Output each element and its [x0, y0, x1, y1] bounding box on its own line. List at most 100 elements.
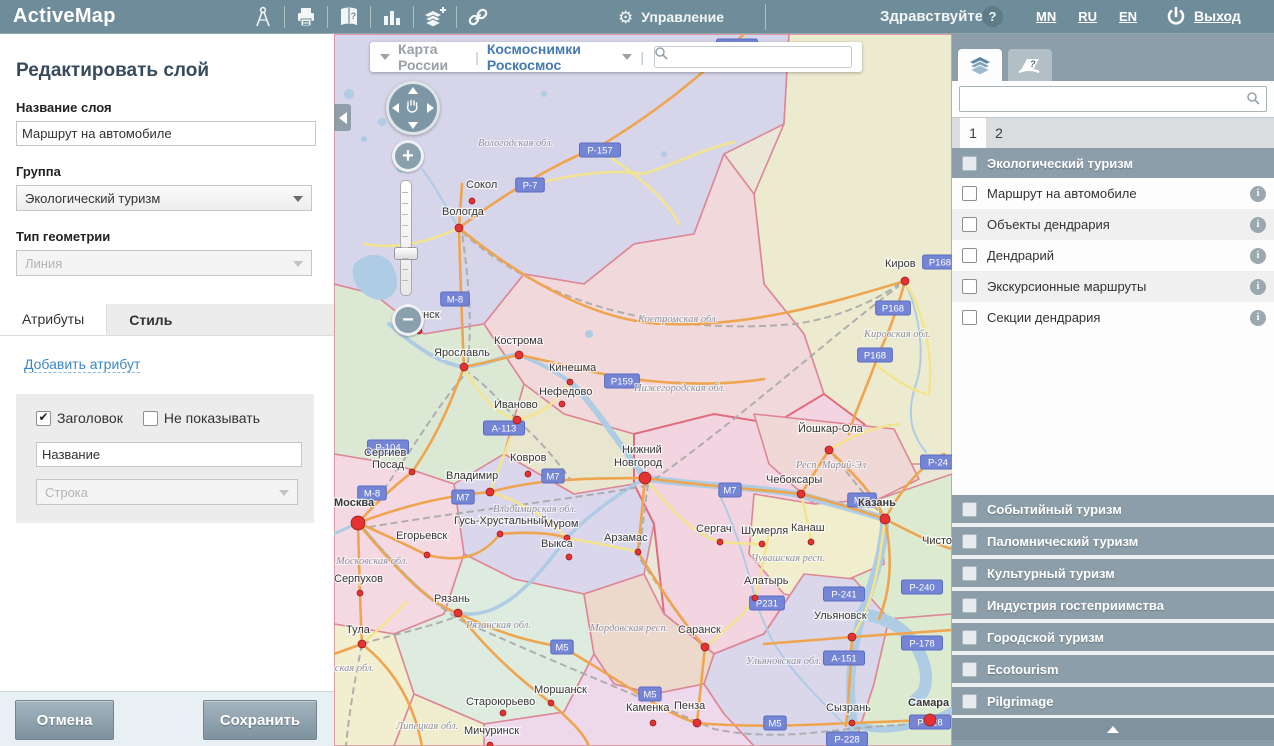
- group-checkbox[interactable]: [962, 694, 977, 709]
- layers-search-input[interactable]: [959, 86, 1267, 112]
- tab-style[interactable]: Стиль: [107, 304, 194, 335]
- layer-row[interactable]: Дендрарийi: [952, 240, 1274, 271]
- tab-attributes[interactable]: Атрибуты: [0, 304, 107, 335]
- base-layer-select[interactable]: Карта России: [398, 41, 467, 73]
- layers-panel: ? 1 2 Экологический туризм Маршрут на ав…: [952, 34, 1274, 746]
- lang-link-en[interactable]: EN: [1119, 9, 1137, 24]
- print-icon[interactable]: [291, 4, 321, 30]
- management-menu[interactable]: ⚙ Управление: [604, 0, 738, 34]
- measure-icon[interactable]: [248, 4, 278, 30]
- group-header-collapsed[interactable]: Индустрия гостеприимства: [952, 587, 1274, 619]
- map-image: Р-157Р-157Р-7М-8Р168Р168Р168Р159А-113Р-1…: [334, 34, 952, 746]
- chevron-down-icon: [279, 490, 289, 496]
- city-dot: [513, 416, 521, 424]
- info-icon[interactable]: i: [1250, 217, 1266, 233]
- stats-icon[interactable]: [377, 4, 407, 30]
- group-checkbox[interactable]: [962, 156, 977, 171]
- info-icon[interactable]: i: [1250, 186, 1266, 202]
- title-checkbox-label: Заголовок: [57, 410, 123, 426]
- layer-checkbox[interactable]: [962, 279, 977, 294]
- layer-row[interactable]: Секции дендрарияi: [952, 302, 1274, 333]
- layer-list-empty-space: [952, 333, 1274, 495]
- group-checkbox[interactable]: [962, 502, 977, 517]
- layer-row[interactable]: Объекты дендрарияi: [952, 209, 1274, 240]
- chevron-down-icon[interactable]: [380, 54, 390, 60]
- collapse-left-panel-button[interactable]: [334, 104, 351, 131]
- logout-link[interactable]: Выход: [1194, 8, 1241, 24]
- city-label: Йошкар-Ола: [798, 422, 864, 435]
- group-header-collapsed[interactable]: Pilgrimage: [952, 683, 1274, 715]
- add-layer-icon[interactable]: [420, 4, 450, 30]
- layer-row[interactable]: Маршрут на автомобилеi: [952, 178, 1274, 209]
- panel-collapse-arrow[interactable]: [952, 715, 1274, 740]
- group-header-collapsed[interactable]: Ecotourism: [952, 651, 1274, 683]
- city-label: Владимир: [446, 470, 498, 482]
- lang-link-ru[interactable]: RU: [1078, 9, 1097, 24]
- group-checkbox[interactable]: [962, 566, 977, 581]
- svg-text:Р231: Р231: [756, 599, 778, 610]
- overlay-layer-select[interactable]: Космоснимки Роскосмос: [487, 41, 615, 73]
- svg-text:М7: М7: [546, 472, 559, 483]
- info-icon[interactable]: i: [1250, 248, 1266, 264]
- layer-name-input[interactable]: [16, 121, 316, 146]
- layer-checkbox[interactable]: [962, 248, 977, 263]
- help-badge[interactable]: ?: [982, 6, 1003, 27]
- page-2-button[interactable]: 2: [986, 118, 1012, 148]
- map-pan-control[interactable]: [386, 81, 440, 135]
- toolbar-separator: |: [475, 49, 479, 65]
- layer-checkbox[interactable]: [962, 217, 977, 232]
- city-dot: [650, 720, 656, 726]
- city-dot: [455, 224, 463, 232]
- save-button[interactable]: Сохранить: [203, 700, 317, 740]
- layer-checkbox[interactable]: [962, 310, 977, 325]
- hide-checkbox[interactable]: [143, 411, 158, 426]
- chevron-down-icon[interactable]: [622, 54, 632, 60]
- group-checkbox[interactable]: [962, 662, 977, 677]
- power-icon[interactable]: [1164, 5, 1188, 34]
- region-label: Нижегородская обл.: [633, 383, 726, 394]
- svg-text:А-113: А-113: [492, 424, 517, 435]
- group-checkbox[interactable]: [962, 630, 977, 645]
- zoom-slider[interactable]: [400, 180, 412, 296]
- map-search-input[interactable]: [654, 46, 852, 68]
- city-dot: [635, 549, 641, 555]
- attribute-name-input[interactable]: [36, 442, 302, 467]
- lang-link-mn[interactable]: MN: [1036, 9, 1056, 24]
- group-name: Pilgrimage: [987, 694, 1053, 709]
- link-icon[interactable]: [463, 4, 493, 30]
- pan-down-icon[interactable]: [408, 122, 418, 129]
- layer-row[interactable]: Экскурсионные маршрутыi: [952, 271, 1274, 302]
- group-header-collapsed[interactable]: Городской туризм: [952, 619, 1274, 651]
- city-label: Сергач: [696, 523, 732, 535]
- group-checkbox[interactable]: [962, 534, 977, 549]
- svg-text:М5: М5: [768, 719, 781, 730]
- hide-checkbox-label: Не показывать: [164, 410, 260, 426]
- info-icon[interactable]: i: [1250, 310, 1266, 326]
- group-header-collapsed[interactable]: Культурный туризм: [952, 555, 1274, 587]
- zoom-in-button[interactable]: +: [392, 140, 424, 172]
- group-header-expanded[interactable]: Экологический туризм: [952, 148, 1274, 178]
- group-header-collapsed[interactable]: Паломнический туризм: [952, 523, 1274, 555]
- zoom-out-button[interactable]: −: [392, 304, 424, 336]
- title-checkbox[interactable]: [36, 411, 51, 426]
- tab-layers[interactable]: [958, 49, 1002, 81]
- region-label: Мордовская респ.: [589, 623, 668, 634]
- region-label: Рязанская обл.: [465, 620, 531, 631]
- city-label: Вологда: [442, 206, 485, 218]
- pan-right-icon[interactable]: [427, 103, 434, 113]
- group-header-collapsed[interactable]: Событийный туризм: [952, 495, 1274, 523]
- guide-icon[interactable]: ?: [334, 4, 364, 30]
- page-1-button[interactable]: 1: [960, 118, 986, 148]
- map-canvas[interactable]: Р-157Р-157Р-7М-8Р168Р168Р168Р159А-113Р-1…: [334, 34, 952, 746]
- tab-legend-help[interactable]: ?: [1008, 49, 1052, 81]
- layer-checkbox[interactable]: [962, 186, 977, 201]
- add-attribute-link[interactable]: Добавить атрибут: [24, 356, 140, 373]
- city-label: Канаш: [791, 522, 825, 534]
- info-icon[interactable]: i: [1250, 279, 1266, 295]
- city-label: Выкса: [541, 538, 574, 550]
- pan-left-icon[interactable]: [392, 103, 399, 113]
- pan-up-icon[interactable]: [408, 87, 418, 94]
- cancel-button[interactable]: Отмена: [15, 700, 114, 740]
- group-checkbox[interactable]: [962, 598, 977, 613]
- group-select[interactable]: Экологический туризм: [16, 185, 312, 211]
